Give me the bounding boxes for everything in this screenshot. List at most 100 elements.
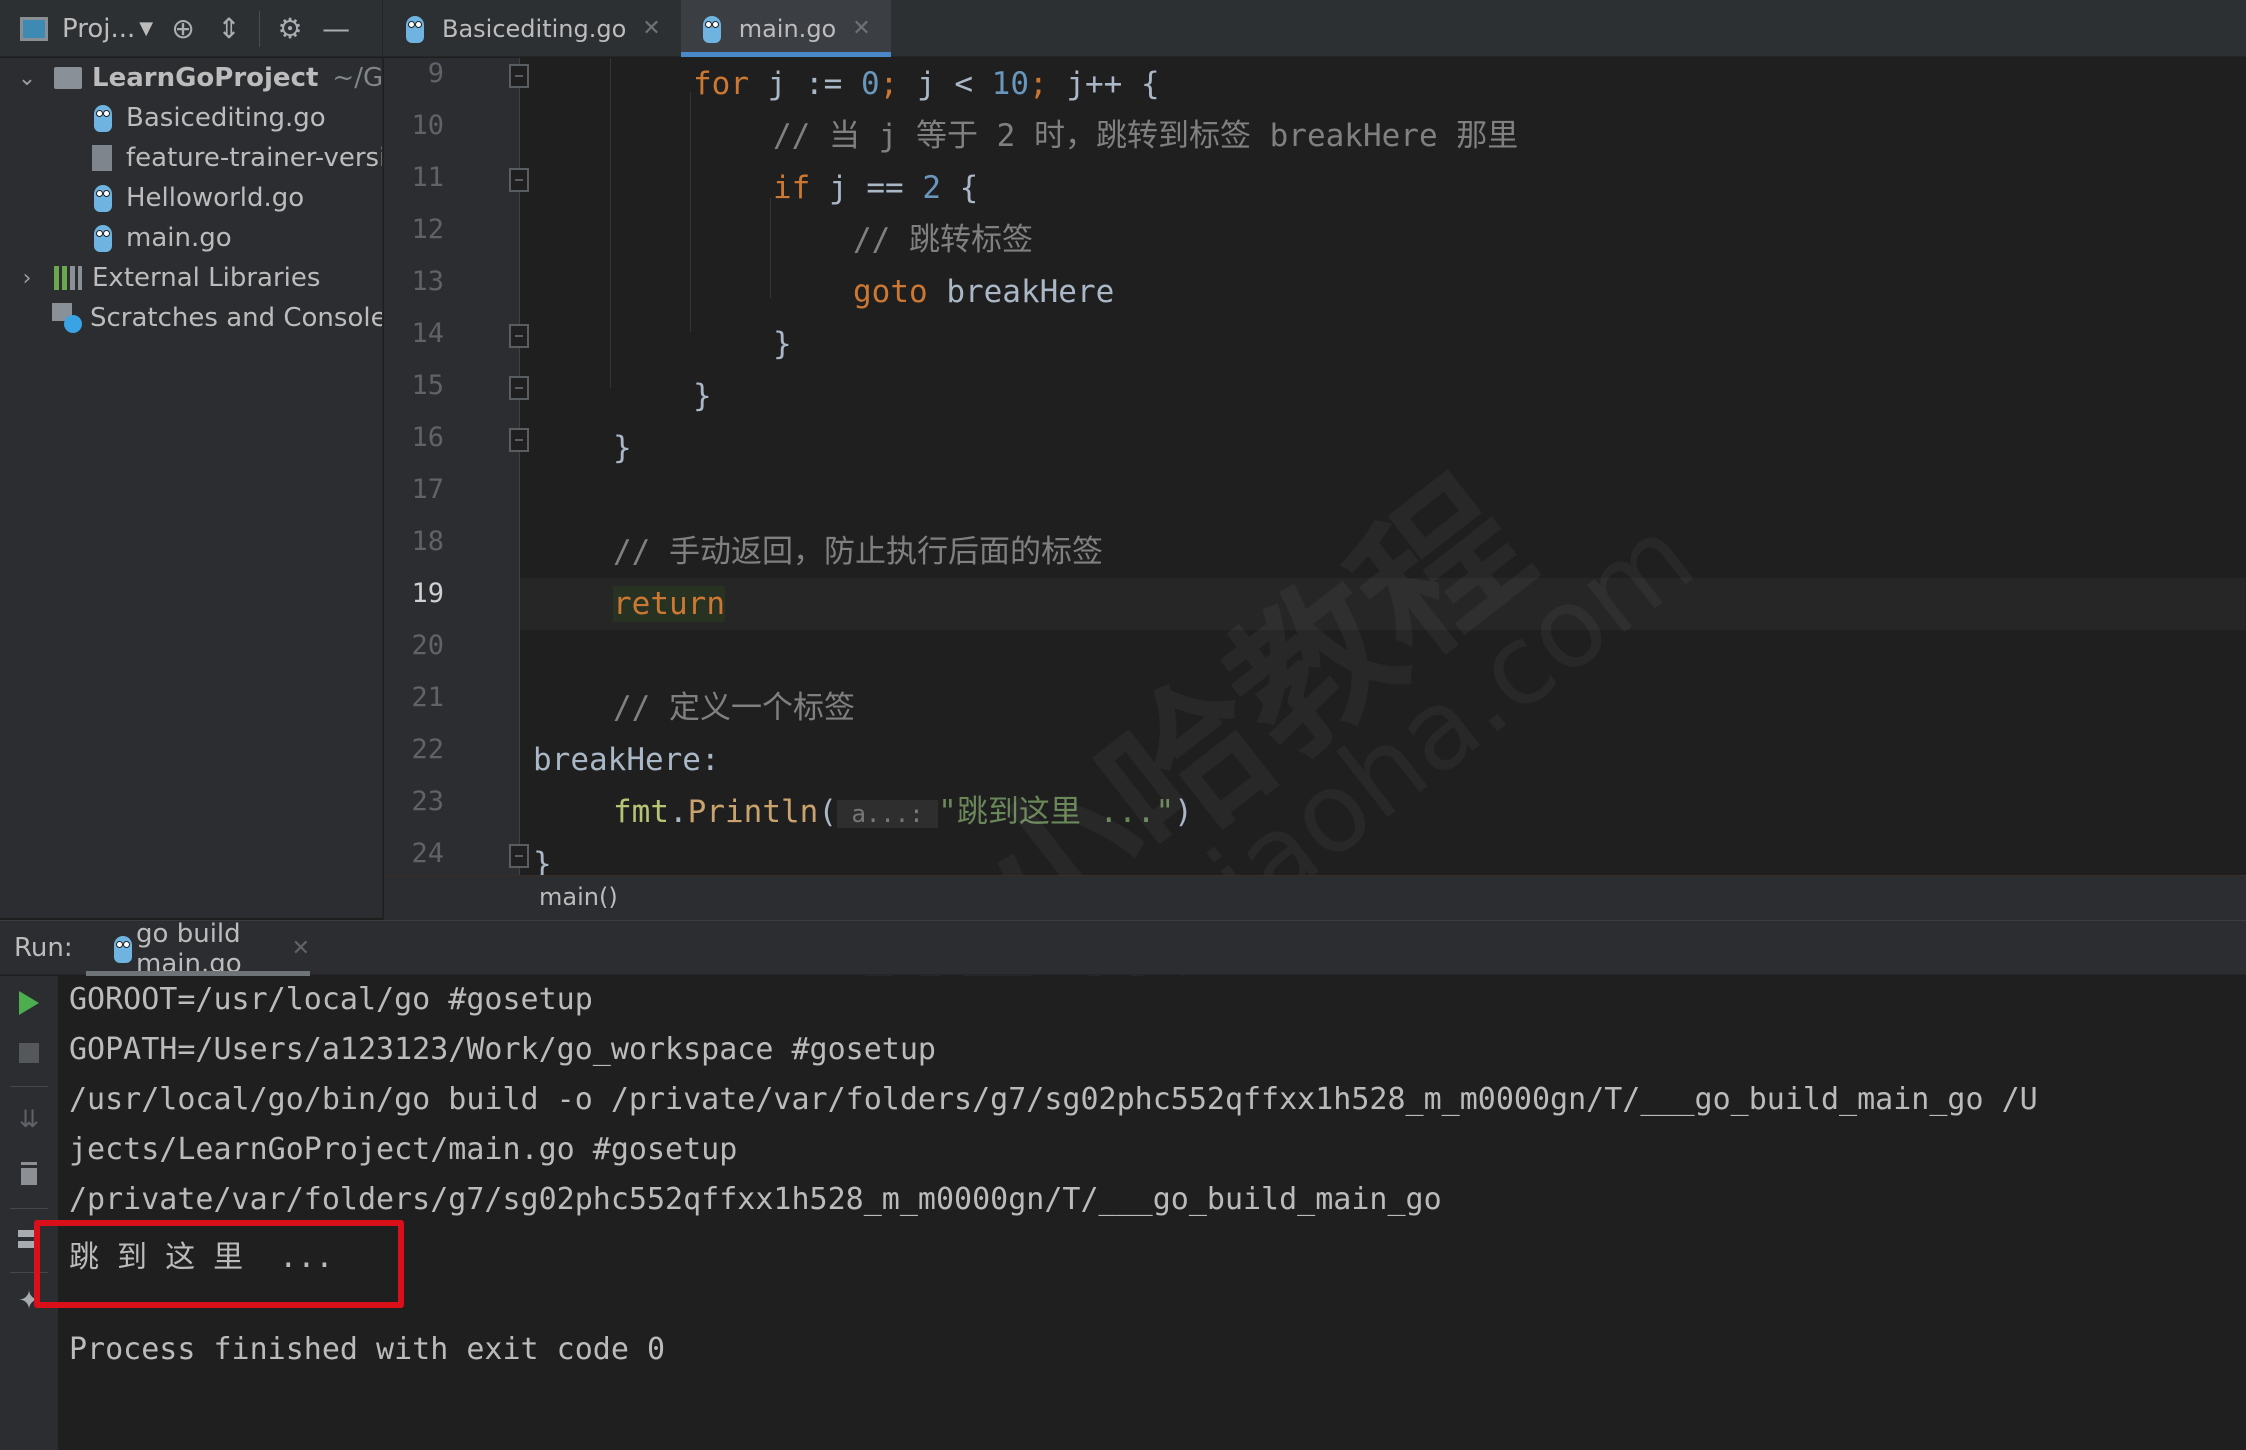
fold-end-icon[interactable] [509,844,529,868]
collapse-icon[interactable]: ⇕ [213,12,245,45]
fold-end-icon[interactable] [509,324,529,348]
library-icon [54,266,82,290]
close-icon[interactable]: ✕ [642,16,660,41]
tree-item-label: main.go [126,223,232,253]
fold-collapse-icon[interactable] [509,168,529,192]
project-view-selector[interactable]: Proj... [62,14,135,44]
line-number-current: 19 [411,578,444,609]
run-panel-header: Run: go build main.go ✕ [0,918,2246,979]
close-icon[interactable]: ✕ [292,936,310,961]
editor-tabs: Basicediting.go ✕ main.go ✕ [384,0,891,57]
code-line-23: fmt.Println( a...: "跳到这里 ...") [613,794,1193,830]
go-file-icon [92,183,114,213]
gear-icon[interactable]: ⚙ [274,12,306,45]
tree-item-scratches[interactable]: Scratches and Console [14,298,383,338]
line-number: 17 [411,474,444,505]
run-tab-label: go build main.go [136,918,242,979]
locate-icon[interactable]: ⊕ [167,12,199,45]
line-number: 15 [411,370,444,401]
run-toolbar: ⇊ ✦ [0,976,58,1450]
fold-end-icon[interactable] [509,428,529,452]
code-line-9: for j := 0; j < 10; j++ { [693,66,1160,102]
line-number: 11 [411,162,444,193]
run-tab[interactable]: go build main.go ✕ [86,918,310,979]
code-line-22: breakHere: [533,742,720,778]
tree-item-file[interactable]: Basicediting.go [92,98,326,138]
line-number: 24 [411,838,444,869]
tree-item-label: Scratches and Console [90,303,383,333]
project-toolbar: Proj... ▼ ⊕ ⇕ ⚙ — [0,0,383,57]
go-file-icon [92,103,114,133]
parameter-hint: a...: [837,800,939,828]
text-file-icon [92,145,112,171]
trash-icon [21,1165,37,1185]
chevron-down-icon[interactable]: ⌄ [14,66,40,91]
console-line: /usr/local/go/bin/go build -o /private/v… [69,1082,2038,1117]
tab-label: main.go [738,14,837,43]
line-number: 14 [411,318,444,349]
console-line: GOPATH=/Users/a123123/Work/go_workspace … [69,1032,936,1067]
tab-basicediting[interactable]: Basicediting.go ✕ [384,0,681,57]
tree-item-file[interactable]: main.go [92,218,232,258]
tree-item-file[interactable]: feature-trainer-versi [92,138,383,178]
code-line-18: // 手动返回，防止执行后面的标签 [613,534,1103,570]
code-line-14: } [773,326,792,362]
project-window-icon[interactable] [20,16,48,41]
line-number: 20 [411,630,444,661]
tree-item-label: External Libraries [92,263,321,293]
minimize-icon[interactable]: — [320,12,352,45]
code-line-15: } [693,378,712,414]
line-number: 13 [411,266,444,297]
code-line-16: } [613,430,632,466]
toolbar-divider [259,10,261,47]
tree-item-file[interactable]: Helloworld.go [92,178,304,218]
line-number: 18 [411,526,444,557]
chevron-right-icon[interactable]: › [14,266,40,291]
tree-item-label: LearnGoProject [92,63,319,93]
console-line-exit-status: Process finished with exit code 0 [69,1332,666,1367]
code-line-19: return [520,578,2246,630]
scratches-icon [52,303,82,333]
tree-item-root[interactable]: ⌄ LearnGoProject ~/Gol [14,58,383,98]
code-line-24: } [533,846,552,875]
console-line: GOROOT=/usr/local/go #gosetup [69,982,593,1017]
console-output[interactable]: GOROOT=/usr/local/go #gosetup GOPATH=/Us… [58,976,2246,1450]
tree-item-external-libraries[interactable]: › External Libraries [14,258,321,298]
breadcrumb-item[interactable]: main() [539,883,618,911]
breadcrumb: main() [384,875,2246,920]
close-icon[interactable]: ✕ [852,16,870,41]
code-editor[interactable]: for j := 0; j < 10; j++ { // 当 j 等于 2 时，… [520,58,2246,875]
play-icon [19,991,39,1015]
go-run-icon [112,934,132,964]
run-label: Run: [14,933,73,963]
fold-collapse-icon[interactable] [509,64,529,88]
tree-item-path: ~/Gol [332,63,383,93]
chevron-down-icon[interactable]: ▼ [139,18,153,39]
top-bar: Proj... ▼ ⊕ ⇕ ⚙ — Basicediting.go ✕ main… [0,0,2246,57]
fold-end-icon[interactable] [509,376,529,400]
tree-item-label: feature-trainer-versi [126,143,383,173]
rerun-button[interactable] [14,988,44,1018]
go-file-icon [404,14,426,44]
return-keyword-highlight: return [613,586,725,622]
code-line-13: goto breakHere [853,274,1115,310]
tab-main[interactable]: main.go ✕ [680,0,891,57]
folder-icon [54,67,82,89]
scroll-to-end-button[interactable]: ⇊ [14,1104,44,1134]
code-line-10: // 当 j 等于 2 时，跳转到标签 breakHere 那里 [773,118,1519,154]
code-line-12: // 跳转标签 [853,222,1033,258]
tab-label: Basicediting.go [442,14,627,43]
line-number: 21 [411,682,444,713]
clear-console-button[interactable] [14,1160,44,1190]
line-number-gutter: 9 10 11 12 13 14 15 16 17 18 19 20 21 22… [384,58,519,875]
line-number: 12 [411,214,444,245]
tree-item-label: Helloworld.go [126,183,305,213]
output-highlight-box [34,1220,404,1308]
tree-item-label: Basicediting.go [126,103,326,133]
project-panel: ⌄ LearnGoProject ~/Gol Basicediting.go f… [0,58,383,918]
code-line-11: if j == 2 { [773,170,979,206]
stop-button[interactable] [14,1038,44,1068]
console-line: /private/var/folders/g7/sg02phc552qffxx1… [69,1182,1442,1217]
line-number: 9 [427,58,444,89]
scroll-down-icon: ⇊ [18,1105,40,1133]
